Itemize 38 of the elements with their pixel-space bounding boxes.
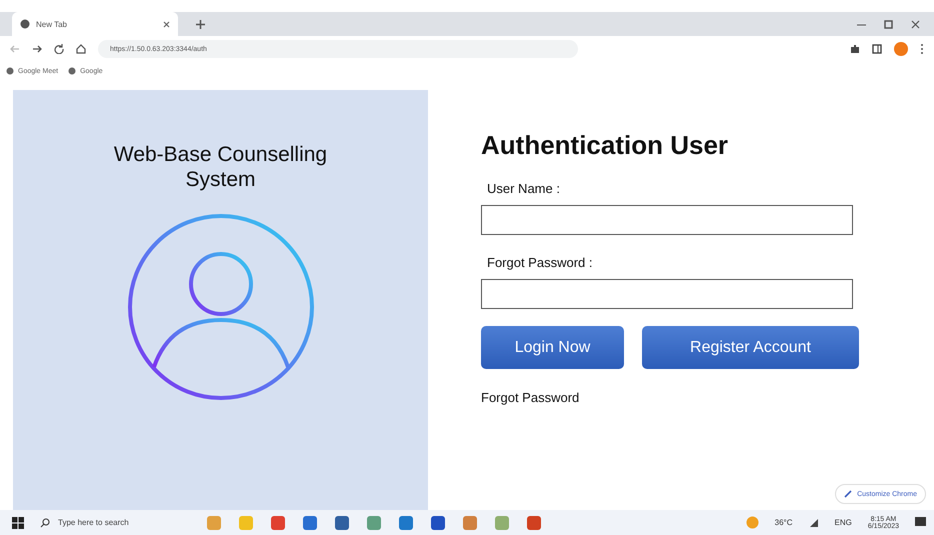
taskbar-search-field[interactable]: Type here to search: [40, 518, 190, 528]
close-icon[interactable]: [163, 20, 170, 28]
forward-icon[interactable]: [32, 44, 42, 54]
language-indicator[interactable]: ENG: [834, 518, 852, 527]
notification-icon[interactable]: [915, 517, 926, 528]
side-panel-icon[interactable]: [872, 44, 882, 54]
taskbar-app-icon[interactable]: [462, 514, 478, 530]
temperature-text: 36°C: [774, 518, 792, 527]
restore-icon[interactable]: [884, 20, 893, 28]
input-field[interactable]: [481, 205, 853, 235]
forgot-password-link[interactable]: Forgot Password: [481, 390, 580, 405]
taskbar-app-icon[interactable]: [302, 514, 318, 530]
form-button[interactable]: Login Now: [481, 326, 624, 369]
home-icon[interactable]: [76, 44, 86, 54]
taskbar-app-icon[interactable]: [270, 514, 286, 530]
taskbar-app-icon[interactable]: [398, 514, 414, 530]
taskbar-app-icon[interactable]: [526, 514, 542, 530]
taskbar-app-icon[interactable]: [366, 514, 382, 530]
start-icon[interactable]: [12, 516, 24, 528]
input-field[interactable]: [481, 279, 853, 309]
close-icon[interactable]: [911, 20, 920, 28]
field-label: Forgot Password :: [487, 255, 592, 270]
taskbar-app-icon[interactable]: [334, 514, 350, 530]
network-icon[interactable]: [808, 518, 818, 528]
extension-icon[interactable]: [850, 44, 860, 54]
pencil-icon: [844, 490, 852, 498]
field-label: User Name :: [487, 181, 560, 196]
menu-icon[interactable]: [920, 43, 924, 55]
form-button[interactable]: Register Account: [642, 326, 859, 369]
profile-avatar-icon[interactable]: [894, 42, 908, 56]
app-title: Web-Base Counselling System: [112, 142, 328, 192]
browser-tab[interactable]: New Tab: [12, 12, 178, 36]
taskbar-app-icon[interactable]: [430, 514, 446, 530]
form-title: Authentication User: [481, 130, 730, 161]
user-avatar-icon: [126, 212, 316, 402]
new-tab-icon[interactable]: [196, 20, 205, 28]
reload-icon[interactable]: [54, 44, 64, 54]
search-icon: [40, 518, 50, 528]
